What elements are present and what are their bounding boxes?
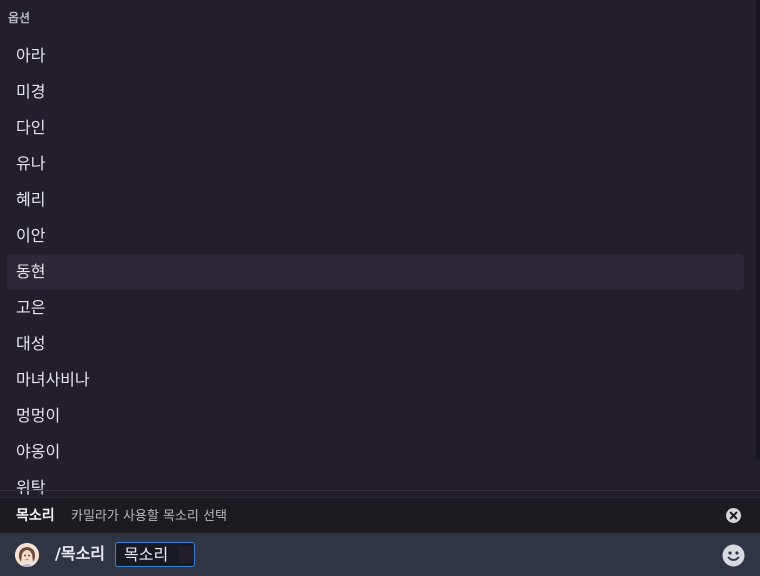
command-description: 카밀라가 사용할 목소리 선택 xyxy=(71,509,227,524)
avatar-image xyxy=(15,543,39,567)
option-item[interactable]: 아라 xyxy=(7,38,744,74)
close-glyph xyxy=(729,511,738,520)
option-chip-label: 목소리 xyxy=(124,545,169,564)
chat-window: 옵션 아라 미경 다인 유나 혜리 이안 동현 고은 대성 마녀사비나 멍멍이 야옹이 워탁 목소리 카… xyxy=(0,0,760,576)
option-item[interactable]: 고은 xyxy=(7,290,744,326)
popup-scrollbar[interactable] xyxy=(756,0,760,460)
option-item[interactable]: 워탁 xyxy=(7,470,744,497)
option-item[interactable]: 야옹이 xyxy=(7,434,744,470)
command-name: 목소리 xyxy=(16,508,55,524)
popup-divider xyxy=(0,490,760,491)
option-item[interactable]: 동현 xyxy=(7,254,744,290)
option-item[interactable]: 멍멍이 xyxy=(7,398,744,434)
chat-input-bar[interactable]: /목소리 목소리 xyxy=(0,533,760,576)
option-item[interactable]: 유나 xyxy=(7,146,744,182)
option-item[interactable]: 미경 xyxy=(7,74,744,110)
smiley-face-icon[interactable] xyxy=(722,544,745,567)
command-option-chip[interactable]: 목소리 xyxy=(115,542,195,567)
option-item[interactable]: 대성 xyxy=(7,326,744,362)
option-item[interactable]: 혜리 xyxy=(7,182,744,218)
avatar[interactable] xyxy=(15,543,39,567)
option-list: 아라 미경 다인 유나 혜리 이안 동현 고은 대성 마녀사비나 멍멍이 야옹이 워탁 xyxy=(0,38,752,497)
option-item[interactable]: 마녀사비나 xyxy=(7,362,744,398)
option-item[interactable]: 이안 xyxy=(7,218,744,254)
options-popup: 옵션 아라 미경 다인 유나 혜리 이안 동현 고은 대성 마녀사비나 멍멍이 야옹이 워탁 xyxy=(0,0,760,497)
option-item[interactable]: 다인 xyxy=(7,110,744,146)
popup-header: 옵션 xyxy=(8,11,31,25)
slash-command: /목소리 xyxy=(55,544,106,563)
smiley-glyph xyxy=(722,544,745,567)
option-value-field[interactable] xyxy=(179,546,193,563)
command-description-bar: 목소리 카밀라가 사용할 목소리 선택 xyxy=(0,497,760,533)
close-icon[interactable] xyxy=(726,508,741,523)
